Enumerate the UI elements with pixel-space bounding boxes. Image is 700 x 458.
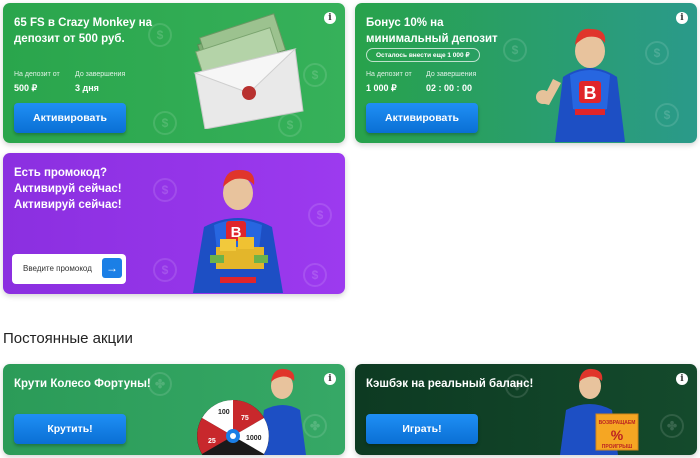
wheel-label: 1000 <box>246 435 262 442</box>
card-title: Кэшбэк на реальный баланс! <box>366 378 534 390</box>
info-icon[interactable]: i <box>676 373 688 385</box>
remaining-badge: Осталось внести еще 1 000 ₽ <box>366 48 480 62</box>
submit-promo-button[interactable]: → <box>102 258 122 278</box>
sign-text: ВОЗВРАЩАЕМ <box>599 420 636 426</box>
card-title: 65 FS в Crazy Monkey на депозит от 500 р… <box>14 17 153 45</box>
superhero-mascot-illustration: B <box>536 28 625 142</box>
deposit-value: 500 ₽ <box>14 83 38 93</box>
coin-decoration: $ <box>308 203 332 227</box>
promo-code-card: $ $ $ $ Есть промокод? Активируй сейчас!… <box>3 153 345 294</box>
sign-percent: % <box>611 427 624 443</box>
promo-card-wheel: ✤ ✤ Крути Колесо Фортуны! i Крутить! 50 … <box>3 364 345 455</box>
play-button[interactable]: Играть! <box>366 414 478 444</box>
until-label: До завершения <box>75 71 126 78</box>
until-label: До завершения <box>426 71 477 78</box>
coin-decoration: $ <box>303 263 327 287</box>
wheel-label: 75 <box>241 415 249 422</box>
activate-button[interactable]: Активировать <box>14 103 126 133</box>
superhero-gold-illustration: B <box>193 169 283 293</box>
activate-button[interactable]: Активировать <box>366 103 478 133</box>
coin-decoration: $ <box>153 258 177 282</box>
promo-code-input[interactable]: Введите промокод <box>23 264 92 273</box>
info-icon[interactable]: i <box>676 12 688 24</box>
sign-sub: ПРОИГРЫШ <box>602 444 632 450</box>
wheel-label: 50 <box>218 421 226 428</box>
spin-button[interactable]: Крутить! <box>14 414 126 444</box>
deposit-label: На депозит от <box>14 71 60 78</box>
card-title: Бонус 10% на минимальный депозит <box>366 17 498 45</box>
clover-decoration: ✤ <box>660 414 684 438</box>
section-title: Постоянные акции <box>3 330 133 347</box>
wheel-label: 25 <box>208 438 216 445</box>
superhero-cashback-illustration: ВОЗВРАЩАЕМ % ПРОИГРЫШ <box>560 368 639 455</box>
info-icon[interactable]: i <box>324 12 336 24</box>
promo-card-bonus: $ $ $ Бонус 10% на минимальный депозит О… <box>355 3 697 143</box>
promo-card-fs: $ $ $ $ 65 FS в Crazy Monkey на депозит … <box>3 3 345 143</box>
promo-code-field: Введите промокод → <box>12 254 126 284</box>
coin-decoration: $ <box>645 41 669 65</box>
envelope-money-illustration <box>193 13 304 129</box>
arrow-right-icon: → <box>106 261 118 275</box>
card-title: Крути Колесо Фортуны! <box>14 378 151 390</box>
countdown-timer: 02 : 00 : 00 <box>426 83 473 93</box>
deposit-label: На депозит от <box>366 71 412 78</box>
until-value: 3 дня <box>75 83 99 93</box>
svg-text:B: B <box>584 83 597 103</box>
coin-decoration: $ <box>153 111 177 135</box>
info-icon[interactable]: i <box>324 373 336 385</box>
deposit-value: 1 000 ₽ <box>366 83 397 93</box>
coin-decoration: $ <box>655 103 679 127</box>
promo-card-cashback: ✤ ✤ Кэшбэк на реальный баланс! i Играть!… <box>355 364 697 455</box>
card-title: Есть промокод? Активируй сейчас! Активир… <box>14 167 122 211</box>
wheel-label: 100 <box>218 409 230 416</box>
fortune-wheel-illustration: 50 1000 25 75 100 <box>197 368 306 455</box>
